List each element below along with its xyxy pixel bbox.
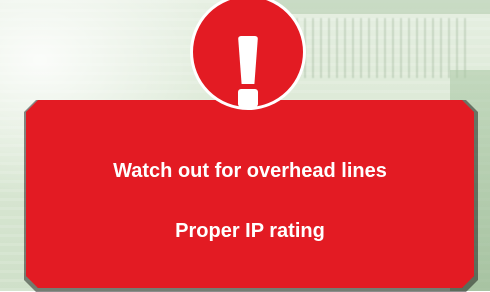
background-equipment (280, 18, 470, 78)
warning-banner (26, 100, 474, 288)
exclamation-icon-dot (238, 89, 258, 107)
warning-line-overhead: Watch out for overhead lines (113, 160, 387, 182)
warning-line-ip-rating: Proper IP rating (175, 220, 325, 242)
background-shelf (260, 0, 490, 14)
